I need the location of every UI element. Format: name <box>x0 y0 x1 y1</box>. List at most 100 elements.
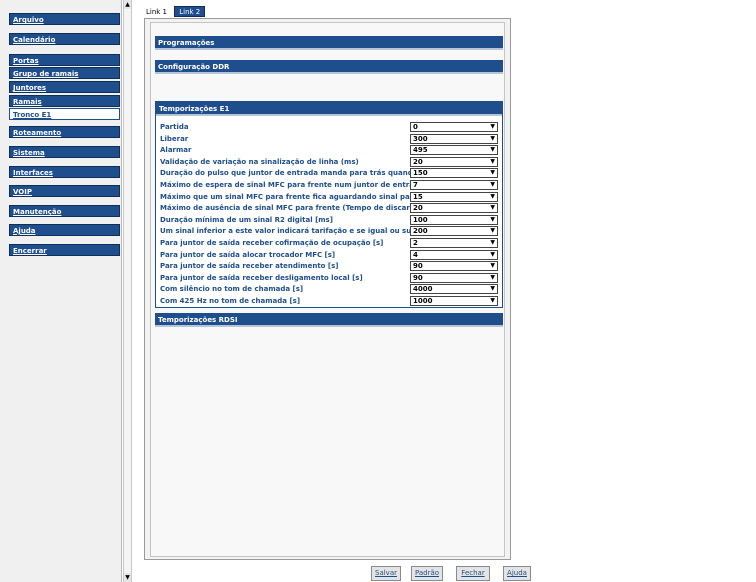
e1-row-label: Para juntor de saída receber cofirmação … <box>160 239 384 247</box>
e1-row-value: 90 <box>413 262 423 271</box>
e1-row: Com silêncio no tom de chamada [s] 4000 ▼ <box>160 284 498 295</box>
e1-row-value: 4 <box>413 250 418 259</box>
sidebar-item-portas[interactable]: Portas <box>9 54 120 66</box>
e1-row: Duração do pulso que juntor de entrada m… <box>160 168 498 179</box>
sidebar-item-manutencao[interactable]: Manutenção <box>9 205 120 217</box>
sidebar: Arquivo Calendário Portas Grupo de ramai… <box>0 0 122 582</box>
chevron-down-icon[interactable]: ▼ <box>490 193 495 201</box>
e1-row-label: Duração do pulso que juntor de entrada m… <box>160 169 410 178</box>
e1-row-select[interactable]: 300 ▼ <box>410 133 498 144</box>
section-temporizacoes-e1: Temporizações E1 Partida 0 ▼ Liberar 300 ▼ Ala… <box>155 101 503 308</box>
e1-row-select[interactable]: 495 ▼ <box>410 145 498 156</box>
e1-row-select[interactable]: 15 ▼ <box>410 191 498 202</box>
e1-row-value: 0 <box>413 123 418 131</box>
settings-panel-inner: Programações Configuração DDR Temporizaç… <box>150 22 505 557</box>
e1-row-select[interactable]: 2 ▼ <box>410 238 498 248</box>
e1-row: Máximo de ausência de sinal MFC para fre… <box>160 203 498 214</box>
e1-row-select[interactable]: 4000 ▼ <box>410 284 498 295</box>
chevron-down-icon[interactable]: ▼ <box>490 216 495 224</box>
sidebar-item-encerrar[interactable]: Encerrar <box>9 244 120 256</box>
e1-row-label: Com silêncio no tom de chamada [s] <box>160 285 304 294</box>
e1-row-select[interactable]: 200 ▼ <box>410 226 498 237</box>
e1-row: Partida 0 ▼ <box>160 122 498 132</box>
tab-link-1[interactable]: Link 1 <box>142 7 171 18</box>
chevron-down-icon[interactable]: ▼ <box>490 262 495 270</box>
e1-row-label: Com 425 Hz no tom de chamada [s] <box>160 297 301 305</box>
e1-row-select[interactable]: 90 ▼ <box>410 272 498 283</box>
chevron-down-icon[interactable]: ▼ <box>490 123 495 131</box>
e1-row: Liberar 300 ▼ <box>160 133 498 144</box>
sidebar-item-sistema[interactable]: Sistema <box>9 146 120 158</box>
main-area: Link 1 Link 2 Programações Configuração … <box>132 0 756 582</box>
chevron-down-icon[interactable]: ▼ <box>490 227 495 235</box>
sidebar-item-roteamento[interactable]: Roteamento <box>9 126 120 138</box>
settings-panel: Programações Configuração DDR Temporizaç… <box>144 18 511 560</box>
help-button[interactable]: Ajuda <box>503 566 531 581</box>
chevron-down-icon[interactable]: ▼ <box>490 181 495 189</box>
e1-row-label: Para juntor de saída receber desligament… <box>160 273 363 282</box>
e1-row-label: Um sinal inferior a este valor indicará … <box>160 227 410 236</box>
tab-link-2[interactable]: Link 2 <box>174 6 206 17</box>
default-button[interactable]: Padrão <box>411 566 443 581</box>
chevron-down-icon[interactable]: ▼ <box>490 146 495 154</box>
sidebar-item-ramais[interactable]: Ramais <box>9 95 120 107</box>
sidebar-item-grupo-de-ramais[interactable]: Grupo de ramais <box>9 67 120 79</box>
e1-row-select[interactable]: 20 ▼ <box>410 203 498 214</box>
sidebar-item-interfaces[interactable]: Interfaces <box>9 166 120 178</box>
e1-row-value: 15 <box>413 192 423 201</box>
chevron-down-icon[interactable]: ▼ <box>490 274 495 282</box>
e1-row-label: Alarmar <box>160 146 192 155</box>
chevron-down-icon[interactable]: ▼ <box>490 169 495 177</box>
section-configuracao-ddr[interactable]: Configuração DDR <box>155 60 503 74</box>
save-button[interactable]: Salvar <box>371 566 401 581</box>
e1-row: Um sinal inferior a este valor indicará … <box>160 226 498 237</box>
sidebar-item-arquivo[interactable]: Arquivo <box>9 13 120 25</box>
chevron-down-icon[interactable]: ▼ <box>490 297 495 305</box>
chevron-down-icon[interactable]: ▼ <box>490 204 495 212</box>
e1-row-label: Liberar <box>160 134 189 143</box>
chevron-down-icon[interactable]: ▼ <box>490 135 495 143</box>
e1-row: Para juntor de saída alocar trocador MFC… <box>160 249 498 260</box>
e1-row-select[interactable]: 100 ▼ <box>410 214 498 225</box>
e1-row-select[interactable]: 150 ▼ <box>410 168 498 179</box>
section-temporizacoes-e1-header[interactable]: Temporizações E1 <box>156 102 502 116</box>
e1-row-value: 90 <box>413 273 423 282</box>
section-temporizacoes-rdsi[interactable]: Temporizações RDSI <box>155 313 503 327</box>
chevron-down-icon[interactable]: ▼ <box>490 285 495 293</box>
e1-row-value: 20 <box>413 157 423 166</box>
sidebar-item-ajuda[interactable]: Ajuda <box>9 224 120 236</box>
e1-row-label: Máximo de espera de sinal MFC para frent… <box>160 181 410 189</box>
e1-row-label: Duração mínima de um sinal R2 digital [m… <box>160 215 333 224</box>
e1-row-value: 100 <box>413 215 428 224</box>
e1-row: Com 425 Hz no tom de chamada [s] 1000 ▼ <box>160 296 498 306</box>
e1-row-value: 495 <box>413 146 428 155</box>
close-button[interactable]: Fechar <box>456 566 490 581</box>
e1-row-select[interactable]: 1000 ▼ <box>410 296 498 306</box>
e1-row-value: 2 <box>413 239 418 247</box>
e1-row-select[interactable]: 20 ▼ <box>410 156 498 167</box>
sidebar-item-voip[interactable]: VOIP <box>9 185 120 197</box>
e1-row: Para juntor de saída receber atendimento… <box>160 261 498 272</box>
chevron-down-icon[interactable]: ▼ <box>490 158 495 166</box>
e1-row-select[interactable]: 90 ▼ <box>410 261 498 272</box>
sidebar-scrollbar[interactable]: ▲ ▼ <box>123 0 132 582</box>
e1-row-select[interactable]: 4 ▼ <box>410 249 498 260</box>
e1-row-label: Máximo de ausência de sinal MFC para fre… <box>160 204 410 213</box>
sidebar-item-juntores[interactable]: Juntores <box>9 81 120 93</box>
chevron-down-icon[interactable]: ▼ <box>490 251 495 259</box>
e1-row-value: 4000 <box>413 285 433 294</box>
chevron-down-icon[interactable]: ▼ <box>490 239 495 247</box>
arrow-down-icon[interactable]: ▼ <box>124 573 131 582</box>
e1-row-select[interactable]: 0 ▼ <box>410 122 498 132</box>
sidebar-item-calendario[interactable]: Calendário <box>9 33 120 45</box>
e1-row: Para juntor de saída receber desligament… <box>160 272 498 283</box>
sidebar-item-tronco-e1[interactable]: Tronco E1 <box>9 108 120 120</box>
e1-row: Validação de variação na sinalização de … <box>160 156 498 167</box>
section-programacoes[interactable]: Programações <box>155 36 503 50</box>
arrow-up-icon[interactable]: ▲ <box>124 0 131 9</box>
e1-row-value: 7 <box>413 181 418 189</box>
e1-row: Duração mínima de um sinal R2 digital [m… <box>160 214 498 225</box>
e1-row-select[interactable]: 7 ▼ <box>410 180 498 190</box>
e1-row-label: Partida <box>160 123 189 131</box>
e1-row: Alarmar 495 ▼ <box>160 145 498 156</box>
